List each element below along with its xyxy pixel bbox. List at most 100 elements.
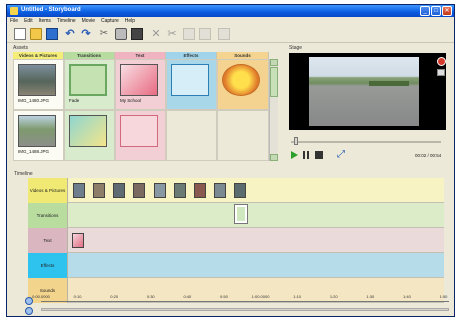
ruler-tick-label: 1:40 [403, 294, 411, 299]
stop-icon[interactable] [315, 151, 323, 159]
title-bar: Untitled - Storyboard _ □ ✕ [7, 5, 454, 17]
transition-clip[interactable] [234, 204, 248, 224]
zoom-in-icon[interactable] [25, 297, 33, 305]
asset-tile[interactable]: Fade [64, 59, 115, 110]
scroll-thumb[interactable] [270, 67, 278, 97]
ruler-tick-label: 1:20 [329, 294, 338, 299]
ruler-tick-label: 1:00.0000 [251, 294, 270, 299]
scroll-down-arrow[interactable] [270, 154, 278, 161]
asset-tile[interactable] [217, 59, 269, 110]
cut-icon[interactable]: ✂ [166, 28, 178, 40]
zoom-out-icon[interactable] [25, 307, 33, 315]
delete-icon[interactable]: ✕ [150, 28, 162, 40]
track-label: Transitions [28, 203, 68, 228]
app-window: Untitled - Storyboard _ □ ✕ File Edit Item… [6, 4, 455, 317]
tab-text[interactable]: Text [115, 52, 166, 59]
new-file-icon[interactable] [14, 28, 26, 40]
asset-tile[interactable]: My School [115, 59, 166, 110]
copy-icon[interactable] [183, 28, 195, 40]
menu-movie[interactable]: Movie [79, 17, 98, 25]
snapshot-icon[interactable] [437, 69, 445, 76]
asset-label: IMG_1480.JPG [18, 98, 50, 103]
camera-icon[interactable] [115, 28, 127, 40]
timeline-clip[interactable] [73, 183, 85, 198]
asset-label: IMG_1488.JPG [18, 149, 50, 154]
video-preview [289, 53, 446, 130]
asset-tile[interactable] [115, 110, 166, 161]
photo-thumbnail [18, 64, 56, 96]
timeline-clip[interactable] [214, 183, 226, 198]
redo-icon[interactable]: ↷ [80, 28, 92, 40]
maximize-button[interactable]: □ [431, 6, 441, 16]
timeline-clip[interactable] [234, 183, 246, 198]
menu-edit[interactable]: Edit [21, 17, 36, 25]
menu-bar: File Edit Items Timeline Movie Capture Help [7, 17, 454, 26]
paste-icon[interactable] [199, 28, 211, 40]
film-icon[interactable] [131, 28, 143, 40]
track-label: Text [28, 228, 68, 253]
playback-scrubber[interactable] [294, 137, 298, 145]
timeline-scrollbar[interactable] [41, 308, 449, 311]
empty-asset-slot [217, 110, 269, 161]
tab-sounds[interactable]: Sounds [217, 52, 269, 59]
ruler-tick-label: 0:50 [220, 294, 228, 299]
text-clip[interactable] [72, 233, 84, 248]
timeline-clip[interactable] [174, 183, 186, 198]
minimize-button[interactable]: _ [420, 6, 430, 16]
add-transition-icon [69, 115, 107, 147]
time-ruler[interactable]: 0:00.0000 0:10 0:20 0:30 0:40 0:50 1:00.0000 1:… [32, 294, 449, 302]
scissors-icon[interactable]: ✂ [98, 28, 110, 40]
ruler-tick-label: 1:30 [366, 294, 375, 299]
trees [369, 81, 409, 86]
asset-tile[interactable] [166, 59, 217, 110]
assets-scrollbar[interactable] [269, 59, 278, 161]
stage-title: Stage [289, 45, 303, 51]
properties-icon[interactable] [218, 28, 230, 40]
record-icon[interactable] [437, 57, 446, 66]
timeline-clip[interactable] [93, 183, 105, 198]
timeline-clip[interactable] [113, 183, 125, 198]
close-button[interactable]: ✕ [442, 6, 452, 16]
ruler-tick-label: 0:40 [183, 294, 192, 299]
menu-help[interactable]: Help [122, 17, 138, 25]
undo-icon[interactable]: ↶ [64, 28, 76, 40]
asset-tile[interactable]: IMG_1488.JPG [13, 110, 64, 161]
transition-thumbnail [69, 64, 107, 96]
add-text-icon [120, 115, 158, 147]
toolbar: ↶ ↷ ✂ ✕ ✂ [7, 26, 454, 43]
add-effect-icon [171, 64, 209, 96]
playback-progress-track[interactable] [291, 141, 441, 143]
track-transitions[interactable]: Transitions [28, 203, 444, 228]
ruler-tick-label: 0:10 [73, 294, 82, 299]
play-icon[interactable] [291, 151, 298, 159]
ruler-tick-label: 1:10 [293, 294, 302, 299]
timeline-clip[interactable] [154, 183, 166, 198]
ruler-tick-label: 0:20 [110, 294, 119, 299]
fullscreen-icon[interactable]: ⤢ [337, 150, 346, 160]
timeline-panel: Timeline Videos & Pictures Transitions T… [11, 169, 452, 316]
pause-icon[interactable] [303, 151, 305, 159]
asset-tile[interactable] [64, 110, 115, 161]
text-thumbnail [120, 64, 158, 96]
scroll-up-arrow[interactable] [270, 59, 278, 66]
timeline-title: Timeline [14, 171, 33, 177]
save-icon[interactable] [46, 28, 58, 40]
menu-file[interactable]: File [7, 17, 21, 25]
timeline-clip[interactable] [194, 183, 206, 198]
tab-videos-pictures[interactable]: Videos & Pictures [13, 52, 64, 59]
tab-effects[interactable]: Effects [166, 52, 217, 59]
photo-thumbnail [18, 115, 56, 147]
track-text[interactable]: Text [28, 228, 444, 253]
asset-tile[interactable]: IMG_1480.JPG [13, 59, 64, 110]
menu-items[interactable]: Items [36, 17, 54, 25]
track-videos-pictures[interactable]: Videos & Pictures [28, 178, 444, 203]
tab-transitions[interactable]: Transitions [64, 52, 115, 59]
timeline-clip[interactable] [133, 183, 145, 198]
menu-timeline[interactable]: Timeline [54, 17, 79, 25]
ruler-tick-label: 0:30 [146, 294, 155, 299]
asset-label: My School [120, 98, 142, 103]
track-effects[interactable]: Effects [28, 253, 444, 278]
open-folder-icon[interactable] [30, 28, 42, 40]
menu-capture[interactable]: Capture [98, 17, 122, 25]
app-icon [10, 7, 18, 15]
